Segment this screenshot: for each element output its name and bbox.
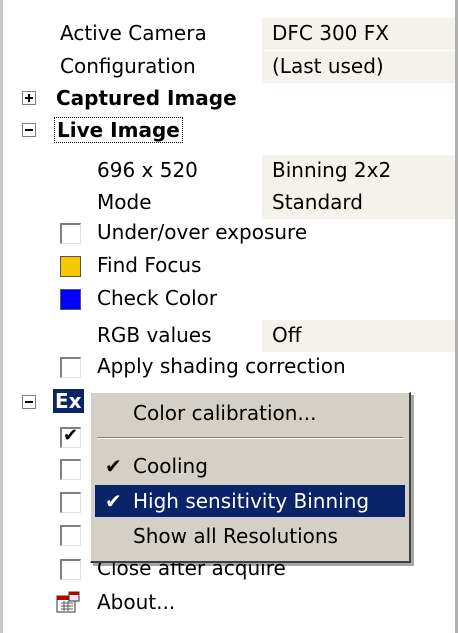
- resolution-value-cell[interactable]: Binning 2x2: [262, 155, 455, 187]
- row-active-camera[interactable]: Active Camera DFC 300 FX: [0, 18, 455, 50]
- menu-item-label: Color calibration...: [133, 401, 317, 425]
- find-focus-swatch[interactable]: [60, 256, 81, 277]
- resolution-value: Binning 2x2: [272, 158, 392, 182]
- row-check-color[interactable]: Check Color: [0, 283, 455, 315]
- extra-checkbox[interactable]: [60, 459, 81, 480]
- mode-value-cell[interactable]: Standard: [262, 187, 455, 219]
- menu-item-label: Cooling: [133, 454, 208, 478]
- rgb-values-value: Off: [272, 323, 302, 347]
- menu-item-color-calibration[interactable]: Color calibration...: [95, 397, 405, 429]
- group-captured-image[interactable]: Captured Image: [0, 83, 455, 115]
- menu-item-show-all-resolutions[interactable]: Show all Resolutions: [95, 520, 405, 552]
- row-resolution[interactable]: 696 x 520 Binning 2x2: [0, 155, 455, 187]
- about-label: About...: [97, 590, 176, 614]
- under-over-exposure-checkbox[interactable]: [60, 223, 81, 244]
- extra-header[interactable]: Ex: [53, 389, 84, 413]
- mode-value: Standard: [272, 190, 363, 214]
- configuration-value: (Last used): [272, 54, 384, 78]
- menu-item-high-sensitivity-binning[interactable]: ✔ High sensitivity Binning: [95, 485, 405, 517]
- shading-correction-checkbox[interactable]: [60, 357, 81, 378]
- menu-item-label: Show all Resolutions: [133, 524, 338, 548]
- configuration-label: Configuration: [60, 54, 196, 78]
- check-icon: ✔: [105, 489, 122, 513]
- check-icon: ✔: [105, 454, 122, 478]
- context-menu[interactable]: Color calibration... ✔ Cooling ✔ High se…: [90, 392, 411, 563]
- row-configuration[interactable]: Configuration (Last used): [0, 51, 455, 83]
- extra-checkbox[interactable]: [60, 525, 81, 546]
- active-camera-value: DFC 300 FX: [272, 21, 389, 45]
- mode-label: Mode: [97, 190, 152, 214]
- collapse-minus-icon[interactable]: [22, 123, 36, 137]
- live-image-header[interactable]: Live Image: [54, 117, 183, 143]
- row-mode[interactable]: Mode Standard: [0, 187, 455, 219]
- row-shading-correction[interactable]: Apply shading correction: [0, 351, 455, 383]
- captured-image-header[interactable]: Captured Image: [56, 86, 237, 110]
- calendar-dialog-icon: [56, 591, 80, 613]
- check-color-label: Check Color: [97, 286, 218, 310]
- find-focus-label: Find Focus: [97, 253, 202, 277]
- active-camera-value-cell[interactable]: DFC 300 FX: [262, 18, 455, 50]
- rgb-values-label: RGB values: [97, 323, 212, 347]
- row-under-over-exposure[interactable]: Under/over exposure: [0, 217, 455, 249]
- expand-plus-icon[interactable]: [22, 91, 36, 105]
- under-over-exposure-label: Under/over exposure: [97, 220, 308, 244]
- extra-checkbox-checked[interactable]: ✔: [60, 425, 81, 448]
- row-find-focus[interactable]: Find Focus: [0, 250, 455, 282]
- row-rgb-values[interactable]: RGB values Off: [0, 320, 455, 352]
- check-color-swatch[interactable]: [60, 289, 81, 310]
- menu-item-label: High sensitivity Binning: [133, 489, 370, 513]
- menu-item-cooling[interactable]: ✔ Cooling: [95, 450, 405, 482]
- group-live-image[interactable]: Live Image: [0, 115, 455, 147]
- camera-settings-panel: Active Camera DFC 300 FX Configuration (…: [0, 0, 458, 633]
- check-icon: ✔: [63, 425, 79, 446]
- resolution-label: 696 x 520: [97, 158, 198, 182]
- extra-checkbox[interactable]: [60, 492, 81, 513]
- rgb-values-value-cell[interactable]: Off: [262, 320, 455, 352]
- shading-correction-label: Apply shading correction: [97, 354, 346, 378]
- menu-separator: [97, 437, 403, 439]
- row-about[interactable]: About...: [0, 587, 455, 619]
- configuration-value-cell[interactable]: (Last used): [262, 51, 455, 83]
- active-camera-label: Active Camera: [60, 21, 207, 45]
- close-after-acquire-checkbox[interactable]: [60, 559, 81, 580]
- collapse-minus-icon[interactable]: [22, 395, 36, 409]
